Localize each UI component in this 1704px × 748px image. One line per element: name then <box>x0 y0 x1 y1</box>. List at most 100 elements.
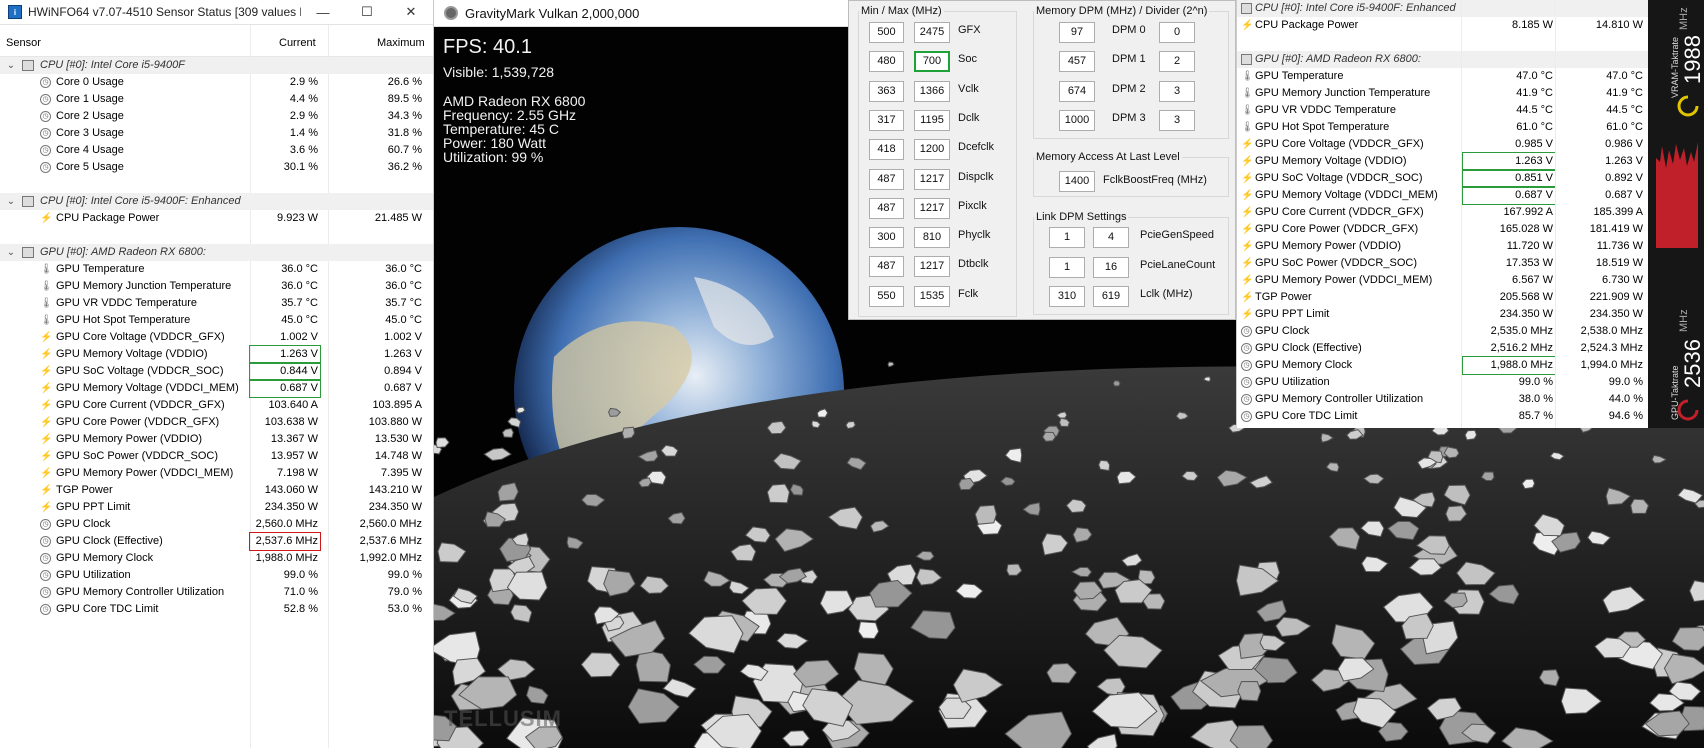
sensor-group-row[interactable]: ⌄ CPU [#0]: Intel Core i5-9400F: Enhanced <box>0 193 433 210</box>
sensor-row[interactable]: 🌡 GPU Temperature 36.0 °C 36.0 °C <box>0 261 433 278</box>
min-clock-input[interactable]: 317 <box>869 109 904 131</box>
max-clock-input[interactable]: 1217 <box>914 168 950 190</box>
sensor-group-row[interactable]: GPU [#0]: AMD Radeon RX 6800: <box>1237 51 1648 68</box>
hwinfo-overlay-sensor-list[interactable]: CPU [#0]: Intel Core i5-9400F: Enhanced ⚡… <box>1237 0 1648 425</box>
sensor-row[interactable]: ◷ Core 0 Usage 2.9 % 26.6 % <box>0 74 433 91</box>
sensor-row[interactable]: 🌡 GPU Temperature 47.0 °C 47.0 °C <box>1237 68 1648 85</box>
column-sensor[interactable]: Sensor <box>6 37 41 49</box>
max-clock-input[interactable]: 1366 <box>914 80 950 102</box>
max-clock-input[interactable]: 1535 <box>914 285 950 307</box>
sensor-row[interactable]: ◷ Core 5 Usage 30.1 % 36.2 % <box>0 159 433 176</box>
max-clock-input[interactable]: 2475 <box>914 22 950 43</box>
expand-chevron-icon[interactable]: ⌄ <box>6 57 16 74</box>
min-clock-input[interactable]: 500 <box>869 22 904 43</box>
sensor-row[interactable]: ◷ GPU Utilization 99.0 % 99.0 % <box>0 567 433 584</box>
sensor-row[interactable]: ⚡ GPU Memory Power (VDDCI_MEM) 6.567 W 6.73… <box>1237 272 1648 289</box>
expand-chevron-icon[interactable]: ⌄ <box>6 244 16 261</box>
sensor-row[interactable]: ⚡ GPU SoC Voltage (VDDCR_SOC) 0.844 V 0.894… <box>0 362 433 381</box>
column-current[interactable]: Current <box>279 37 316 49</box>
sensor-row[interactable]: ◷ GPU Utilization 99.0 % 99.0 % <box>1237 374 1648 391</box>
link-dpm-min-input[interactable]: 1 <box>1049 256 1085 278</box>
memory-dpm-divider-input[interactable]: 2 <box>1159 51 1195 73</box>
sensor-row[interactable]: ◷ Core 1 Usage 4.4 % 89.5 % <box>0 91 433 108</box>
max-clock-input[interactable]: 1200 <box>914 139 950 161</box>
min-clock-input[interactable]: 487 <box>869 256 904 278</box>
sensor-row[interactable]: ⚡ GPU Memory Voltage (VDDCI_MEM) 0.687 V 0.… <box>1237 186 1648 205</box>
sensor-group-row[interactable]: CPU [#0]: Intel Core i5-9400F: Enhanced <box>1237 0 1648 17</box>
minimize-icon[interactable]: — <box>301 0 345 25</box>
sensor-row[interactable]: ⚡ GPU SoC Power (VDDCR_SOC) 13.957 W 14.748… <box>0 448 433 465</box>
min-clock-input[interactable]: 550 <box>869 285 904 307</box>
sensor-row[interactable]: ⚡ GPU Core Current (VDDCR_GFX) 167.992 A 18… <box>1237 204 1648 221</box>
sensor-group-row[interactable]: ⌄ GPU [#0]: AMD Radeon RX 6800: <box>0 244 433 261</box>
gravitymark-titlebar[interactable]: GravityMark Vulkan 2,000,000 <box>434 0 854 27</box>
memory-dpm-freq-input[interactable]: 1000 <box>1059 109 1095 131</box>
sensor-row[interactable]: ⚡ GPU Memory Voltage (VDDIO) 1.263 V 1.263 … <box>1237 152 1648 171</box>
column-maximum[interactable]: Maximum <box>377 37 425 49</box>
close-icon[interactable]: ✕ <box>389 0 433 25</box>
sensor-row[interactable]: ⚡ GPU Core Current (VDDCR_GFX) 103.640 A 10… <box>0 397 433 414</box>
sensor-row[interactable]: ⚡ TGP Power 143.060 W 143.210 W <box>0 482 433 499</box>
link-dpm-min-input[interactable]: 1 <box>1049 227 1085 248</box>
min-clock-input[interactable]: 418 <box>869 139 904 161</box>
sensor-row[interactable]: ⚡ GPU SoC Voltage (VDDCR_SOC) 0.851 V 0.892… <box>1237 169 1648 188</box>
sensor-row[interactable]: ◷ GPU Memory Clock 1,988.0 MHz 1,994.0 MHz <box>1237 356 1648 375</box>
sensor-row[interactable]: ⚡ GPU Core Voltage (VDDCR_GFX) 0.985 V 0.98… <box>1237 136 1648 153</box>
sensor-row[interactable]: ⚡ GPU Memory Power (VDDIO) 11.720 W 11.736 … <box>1237 238 1648 255</box>
link-dpm-max-input[interactable]: 619 <box>1093 286 1129 307</box>
sensor-row[interactable]: ◷ GPU Clock (Effective) 2,537.6 MHz 2,537.6… <box>0 532 433 551</box>
sensor-row[interactable]: ⚡ GPU Memory Voltage (VDDIO) 1.263 V 1.263 … <box>0 345 433 364</box>
min-clock-input[interactable]: 300 <box>869 227 904 249</box>
sensor-row[interactable]: 🌡 GPU Hot Spot Temperature 61.0 °C 61.0 °C <box>1237 119 1648 136</box>
sensor-row[interactable]: ◷ GPU Memory Clock 1,988.0 MHz 1,992.0 MHz <box>0 550 433 567</box>
min-clock-input[interactable]: 363 <box>869 80 904 102</box>
memory-dpm-divider-input[interactable]: 0 <box>1159 22 1195 43</box>
link-dpm-min-input[interactable]: 310 <box>1049 286 1085 307</box>
sensor-group-row[interactable]: ⌄ CPU [#0]: Intel Core i5-9400F <box>0 57 433 74</box>
sensor-row[interactable]: ⚡ GPU Core Power (VDDCR_GFX) 165.028 W 181.… <box>1237 221 1648 238</box>
max-clock-input[interactable]: 700 <box>914 51 950 73</box>
sensor-row[interactable]: ◷ Core 4 Usage 3.6 % 60.7 % <box>0 142 433 159</box>
sensor-row[interactable]: ⚡ GPU Memory Power (VDDIO) 13.367 W 13.530 … <box>0 431 433 448</box>
sensor-row[interactable]: ◷ GPU Memory Controller Utilization 38.0 %… <box>1237 391 1648 408</box>
max-clock-input[interactable]: 1217 <box>914 256 950 278</box>
memory-dpm-freq-input[interactable]: 457 <box>1059 51 1095 73</box>
hwinfo-titlebar[interactable]: i HWiNFO64 v7.07-4510 Sensor Status [309… <box>0 0 433 25</box>
max-clock-input[interactable]: 810 <box>914 227 950 249</box>
sensor-row[interactable]: ◷ Core 2 Usage 2.9 % 34.3 % <box>0 108 433 125</box>
sensor-row[interactable]: ⚡ GPU Core Voltage (VDDCR_GFX) 1.002 V 1.00… <box>0 329 433 346</box>
sensor-row[interactable]: 🌡 GPU VR VDDC Temperature 44.5 °C 44.5 °C <box>1237 102 1648 119</box>
expand-chevron-icon[interactable]: ⌄ <box>6 193 16 210</box>
sensor-row[interactable]: ◷ Core 3 Usage 1.4 % 31.8 % <box>0 125 433 142</box>
sensor-row[interactable]: ◷ GPU Clock (Effective) 2,516.2 MHz 2,524.3… <box>1237 340 1648 357</box>
sensor-row[interactable]: ⚡ CPU Package Power 9.923 W 21.485 W <box>0 210 433 227</box>
memory-dpm-freq-input[interactable]: 97 <box>1059 22 1095 43</box>
sensor-row[interactable]: ◷ GPU Clock 2,535.0 MHz 2,538.0 MHz <box>1237 323 1648 340</box>
max-clock-input[interactable]: 1217 <box>914 197 950 219</box>
sensor-row[interactable]: ⚡ GPU SoC Power (VDDCR_SOC) 17.353 W 18.519… <box>1237 255 1648 272</box>
sensor-row[interactable]: 🌡 GPU Memory Junction Temperature 36.0 °C 3… <box>0 278 433 295</box>
memory-dpm-divider-input[interactable]: 3 <box>1159 109 1195 131</box>
sensor-row[interactable]: ⚡ GPU PPT Limit 234.350 W 234.350 W <box>1237 306 1648 323</box>
memory-dpm-divider-input[interactable]: 3 <box>1159 80 1195 102</box>
sensor-row[interactable]: ◷ GPU Core TDC Limit 85.7 % 94.6 % <box>1237 408 1648 425</box>
maximize-icon[interactable]: ☐ <box>345 0 389 25</box>
memory-dpm-freq-input[interactable]: 674 <box>1059 80 1095 102</box>
sensor-row[interactable]: ⚡ GPU Memory Voltage (VDDCI_MEM) 0.687 V 0.… <box>0 379 433 398</box>
link-dpm-max-input[interactable]: 4 <box>1093 227 1129 248</box>
sensor-row[interactable]: ⚡ TGP Power 205.568 W 221.909 W <box>1237 289 1648 306</box>
sensor-row[interactable]: ◷ GPU Core TDC Limit 52.8 % 53.0 % <box>0 601 433 618</box>
sensor-row[interactable]: ◷ GPU Memory Controller Utilization 71.0 %… <box>0 584 433 601</box>
fclk-boost-input[interactable]: 1400 <box>1059 171 1095 192</box>
min-clock-input[interactable]: 487 <box>869 168 904 190</box>
sensor-row[interactable]: ⚡ CPU Package Power 8.185 W 14.810 W <box>1237 17 1648 34</box>
sensor-row[interactable]: 🌡 GPU Hot Spot Temperature 45.0 °C 45.0 °C <box>0 312 433 329</box>
sensor-row[interactable]: ◷ GPU Clock 2,560.0 MHz 2,560.0 MHz <box>0 516 433 533</box>
min-clock-input[interactable]: 487 <box>869 197 904 219</box>
sensor-row[interactable]: 🌡 GPU VR VDDC Temperature 35.7 °C 35.7 °C <box>0 295 433 312</box>
sensor-row[interactable]: ⚡ GPU Core Power (VDDCR_GFX) 103.638 W 103.… <box>0 414 433 431</box>
min-clock-input[interactable]: 480 <box>869 51 904 73</box>
max-clock-input[interactable]: 1195 <box>914 109 950 131</box>
sensor-row[interactable]: ⚡ GPU Memory Power (VDDCI_MEM) 7.198 W 7.39… <box>0 465 433 482</box>
link-dpm-max-input[interactable]: 16 <box>1093 256 1129 278</box>
